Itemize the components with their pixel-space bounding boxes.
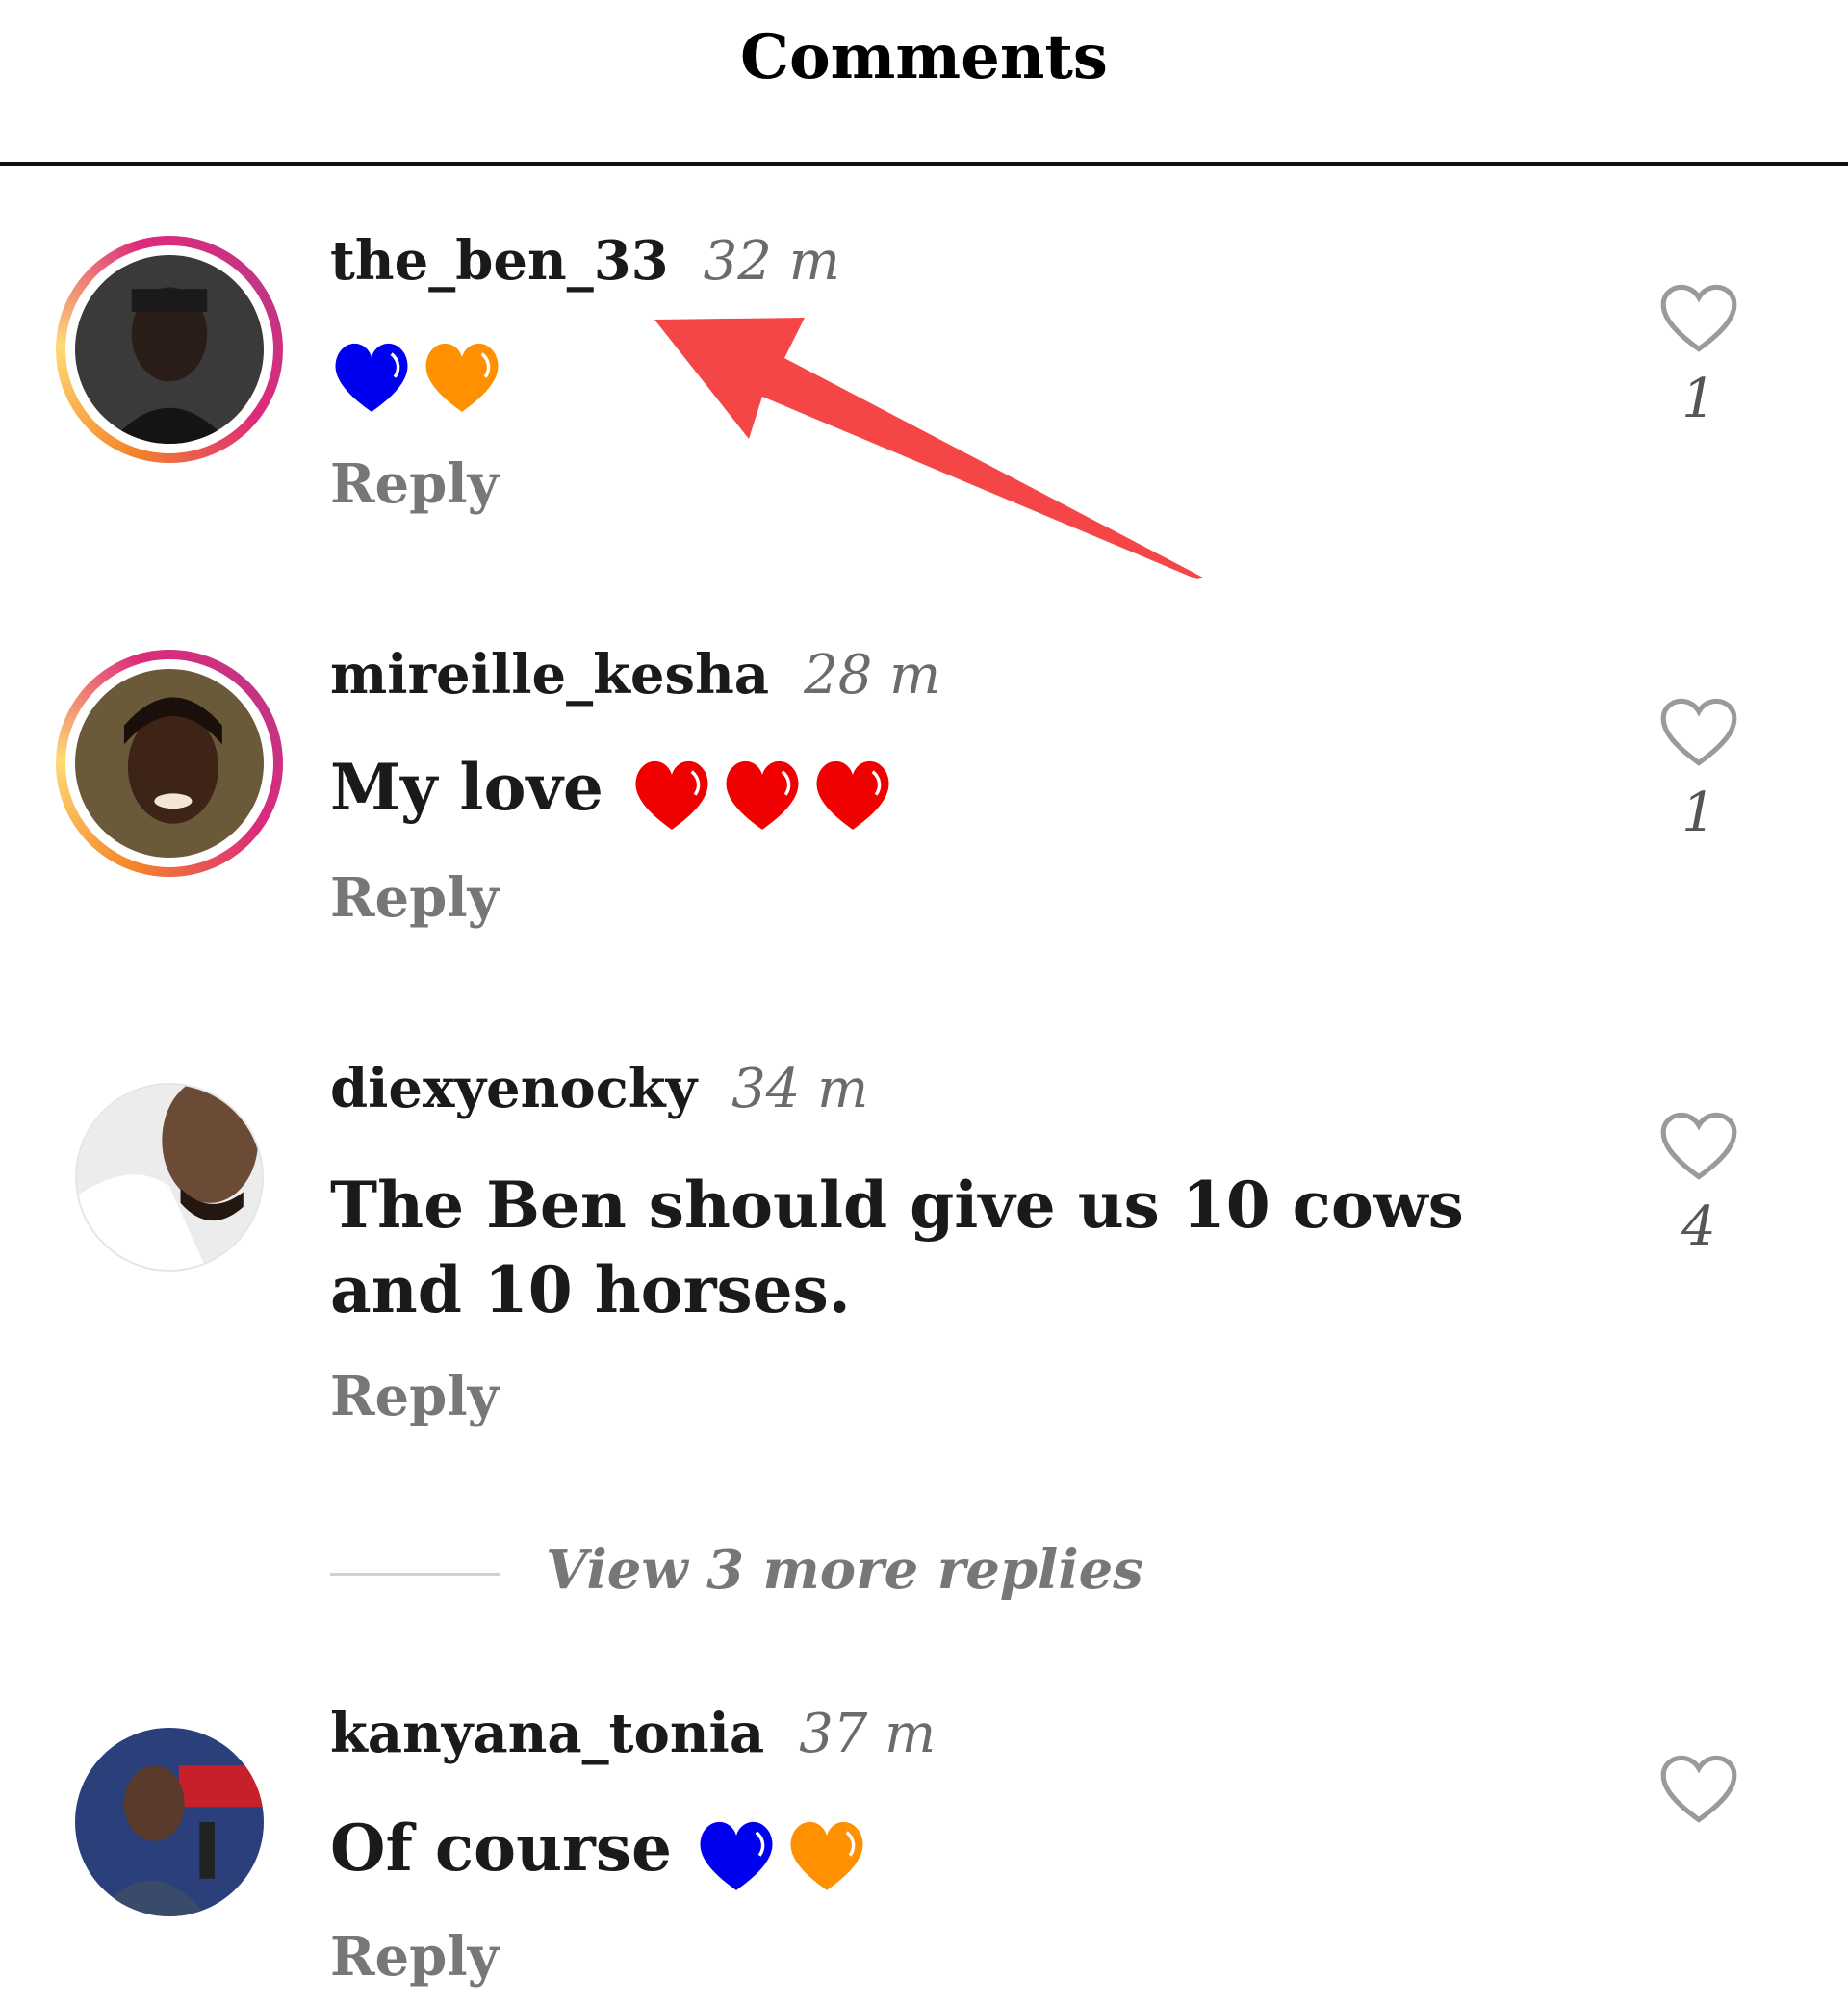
user-photo bbox=[75, 255, 264, 444]
timestamp: 34 m bbox=[732, 1058, 869, 1120]
like-control: 1 bbox=[1656, 693, 1742, 844]
blue-heart-icon bbox=[330, 337, 413, 414]
red-heart-icon bbox=[811, 755, 894, 832]
orange-heart-icon bbox=[421, 337, 503, 414]
divider bbox=[330, 1573, 500, 1576]
reply-button[interactable]: Reply bbox=[330, 1365, 499, 1428]
username[interactable]: mireille_kesha bbox=[330, 643, 769, 707]
like-count: 1 bbox=[1681, 782, 1716, 844]
avatar[interactable] bbox=[56, 1709, 283, 1936]
comment-header: the_ben_33 32 m bbox=[330, 229, 840, 293]
username[interactable]: kanyana_tonia bbox=[330, 1702, 764, 1765]
comment-text: Of course bbox=[330, 1806, 1543, 1892]
timestamp: 37 m bbox=[799, 1703, 937, 1765]
orange-heart-icon bbox=[785, 1815, 868, 1892]
heart-outline-icon[interactable] bbox=[1657, 693, 1740, 768]
user-photo bbox=[75, 1728, 264, 1916]
username[interactable]: diexyenocky bbox=[330, 1057, 697, 1120]
page-title: Comments bbox=[740, 21, 1108, 93]
timestamp: 32 m bbox=[703, 230, 840, 293]
red-heart-icon bbox=[630, 755, 713, 832]
comment-text: My love bbox=[330, 745, 1543, 832]
reply-button[interactable]: Reply bbox=[330, 1925, 499, 1989]
heart-outline-icon[interactable] bbox=[1657, 279, 1740, 354]
user-photo bbox=[75, 669, 264, 858]
timestamp: 28 m bbox=[804, 644, 941, 707]
like-control: 1 bbox=[1656, 279, 1742, 430]
like-count: 4 bbox=[1681, 1195, 1716, 1258]
like-count: 1 bbox=[1681, 368, 1716, 430]
reply-button[interactable]: Reply bbox=[330, 866, 499, 930]
comment-body: The Ben should give us 10 cows and 10 ho… bbox=[330, 1168, 1464, 1327]
comment-header: kanyana_tonia 37 m bbox=[330, 1702, 936, 1765]
user-photo bbox=[77, 1085, 262, 1270]
view-more-replies-label[interactable]: View 3 more replies bbox=[546, 1538, 1143, 1602]
like-control: 4 bbox=[1656, 1107, 1742, 1258]
comment-body: My love bbox=[330, 750, 603, 825]
avatar[interactable] bbox=[56, 1064, 283, 1291]
comment-body: Of course bbox=[330, 1811, 672, 1886]
heart-outline-icon[interactable] bbox=[1657, 1107, 1740, 1182]
red-heart-icon bbox=[721, 755, 804, 832]
comment-header: diexyenocky 34 m bbox=[330, 1057, 868, 1120]
username[interactable]: the_ben_33 bbox=[330, 229, 669, 293]
like-control bbox=[1656, 1750, 1742, 1838]
comments-header: Comments bbox=[0, 0, 1848, 166]
blue-heart-icon bbox=[695, 1815, 778, 1892]
avatar[interactable] bbox=[56, 650, 283, 877]
avatar[interactable] bbox=[56, 236, 283, 463]
comment-text bbox=[330, 327, 1543, 414]
reply-button[interactable]: Reply bbox=[330, 452, 499, 516]
comment-header: mireille_kesha 28 m bbox=[330, 643, 940, 707]
heart-outline-icon[interactable] bbox=[1657, 1750, 1740, 1825]
